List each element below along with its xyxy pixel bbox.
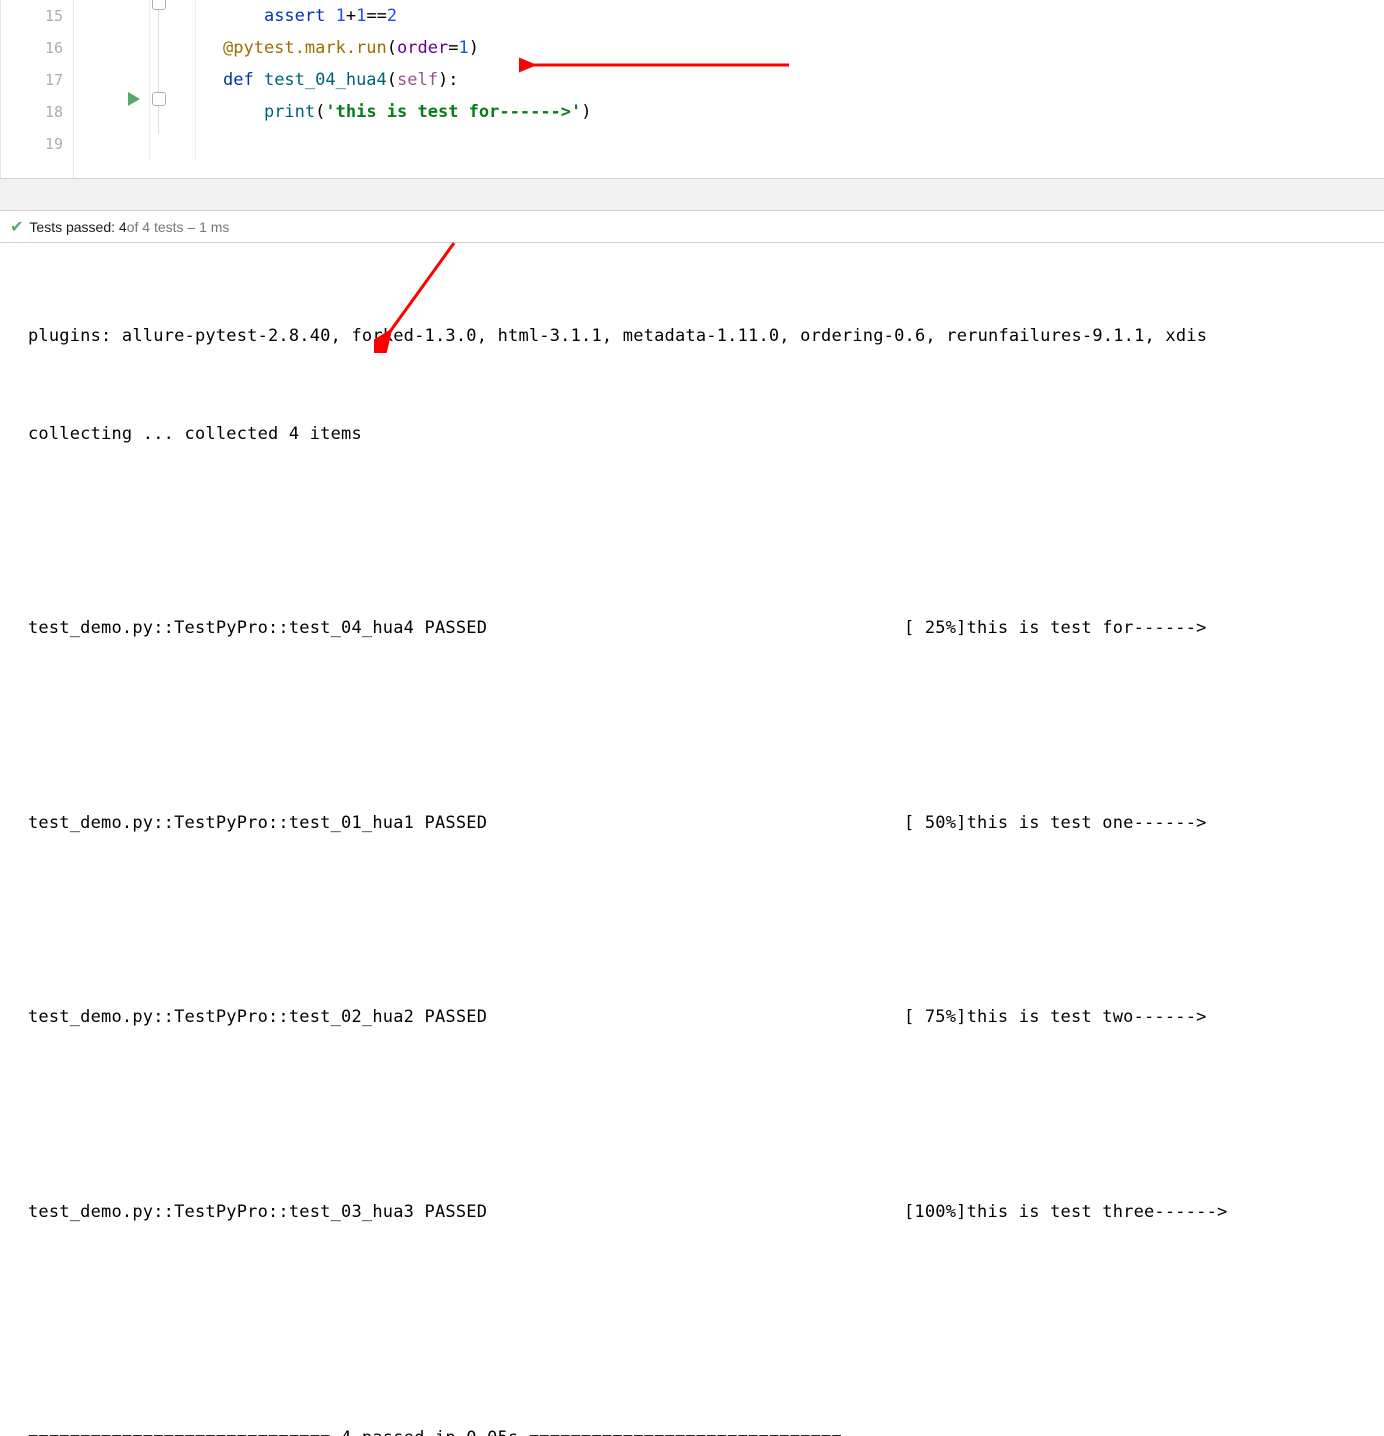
line-number: 15 xyxy=(1,0,63,32)
test-result-row: test_demo.py::TestPyPro::test_01_hua1 PA… xyxy=(28,807,1384,840)
tests-passed-label: Tests passed: 4 xyxy=(29,219,126,235)
decorator: @pytest.mark.run xyxy=(223,38,387,58)
code-line[interactable]: def test_04_hua4(self): xyxy=(149,64,1384,96)
gutter-annotations xyxy=(74,0,149,178)
line-number-gutter: 15 16 17 18 19 xyxy=(1,0,74,178)
test-result-row: test_demo.py::TestPyPro::test_03_hua3 PA… xyxy=(28,1196,1384,1229)
line-number: 17 xyxy=(1,64,63,96)
console-line: collecting ... collected 4 items xyxy=(28,418,1384,451)
code-line[interactable]: @pytest.mark.run(order=1) xyxy=(149,32,1384,64)
code-content[interactable]: assert 1+1==2 @pytest.mark.run(order=1) … xyxy=(149,0,1384,178)
code-line[interactable]: print('this is test for------>') xyxy=(149,96,1384,128)
run-gutter-icon[interactable] xyxy=(128,92,140,106)
test-result-row: test_demo.py::TestPyPro::test_02_hua2 PA… xyxy=(28,1001,1384,1034)
console-output[interactable]: plugins: allure-pytest-2.8.40, forked-1.… xyxy=(0,243,1384,1436)
line-number: 16 xyxy=(1,32,63,64)
console-line: plugins: allure-pytest-2.8.40, forked-1.… xyxy=(28,320,1384,353)
test-status-bar: ✔ Tests passed: 4 of 4 tests – 1 ms xyxy=(0,211,1384,243)
code-editor[interactable]: 15 16 17 18 19 assert 1+1==2 @pytest.mar… xyxy=(0,0,1384,178)
line-number: 19 xyxy=(1,128,63,160)
line-number: 18 xyxy=(1,96,63,128)
code-line[interactable]: assert 1+1==2 xyxy=(149,0,1384,32)
tests-passed-suffix: of 4 tests – 1 ms xyxy=(127,219,230,235)
test-result-row: test_demo.py::TestPyPro::test_04_hua4 PA… xyxy=(28,612,1384,645)
panel-divider[interactable] xyxy=(0,178,1384,211)
check-icon: ✔ xyxy=(10,217,23,237)
keyword-assert: assert xyxy=(264,6,325,26)
console-summary: ============================= 4 passed i… xyxy=(28,1422,1384,1436)
